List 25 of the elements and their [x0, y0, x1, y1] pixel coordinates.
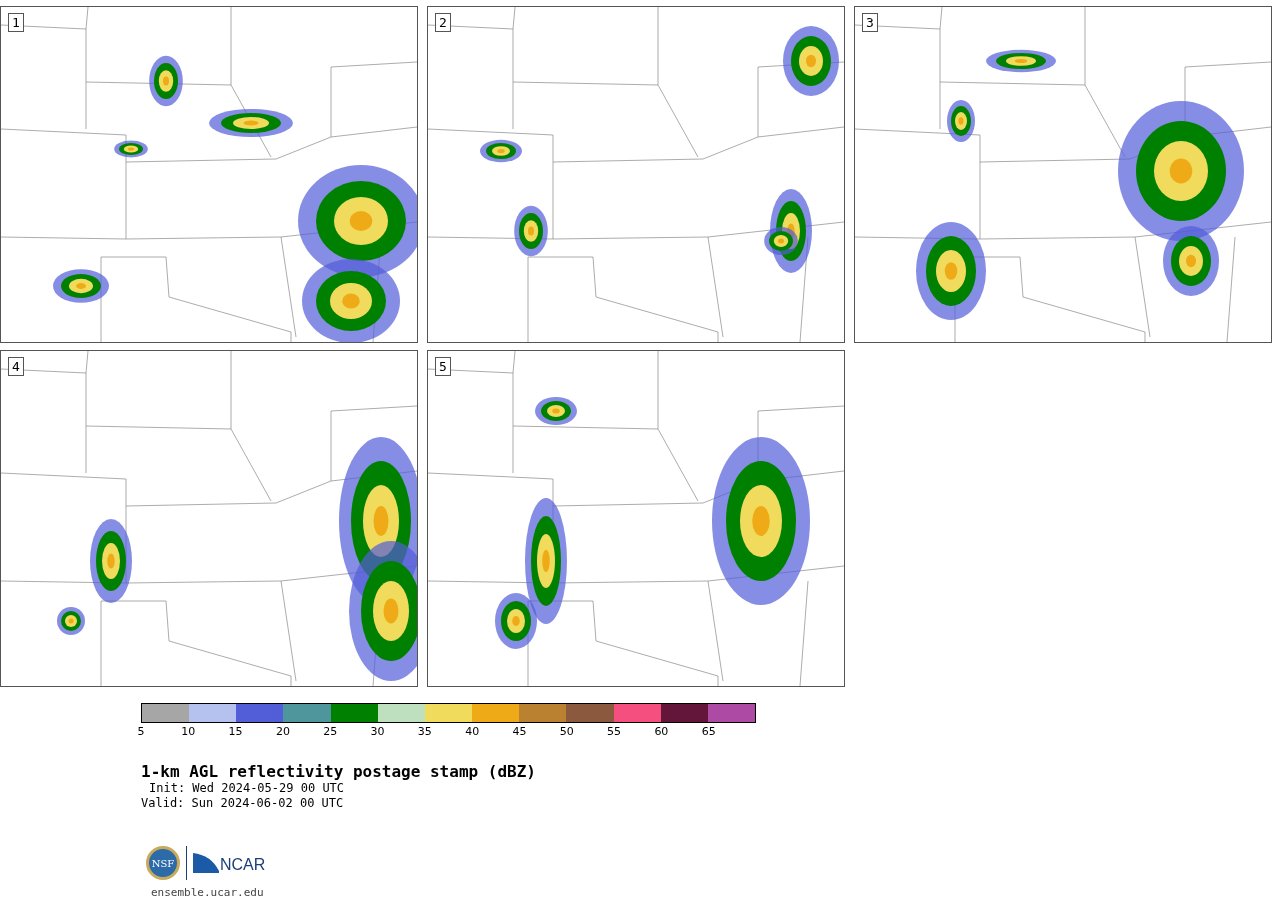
colorbar-tick-label: 45: [512, 725, 527, 738]
colorbar-tick-label: 40: [465, 725, 480, 738]
chart-title: 1-km AGL reflectivity postage stamp (dBZ): [141, 763, 536, 781]
colorbar-tick-label: 60: [654, 725, 669, 738]
colorbar-tick-label: 35: [417, 725, 432, 738]
valid-time: Valid: Sun 2024-06-02 00 UTC: [141, 796, 344, 811]
colorbar-tick-label: 55: [607, 725, 622, 738]
init-time: Init: Wed 2024-05-29 00 UTC: [148, 781, 345, 796]
panel-number: 5: [435, 357, 451, 376]
colorbar-tick-label: 5: [137, 725, 145, 738]
ncar-logo-text: NCAR: [220, 857, 266, 873]
colorbar-tick-label: 10: [181, 725, 196, 738]
colorbar-tick-label: 15: [228, 725, 243, 738]
panel-number: 1: [8, 13, 24, 32]
colorbar-tick-label: 25: [323, 725, 338, 738]
colorbar-tick-label: 65: [701, 725, 716, 738]
nsf-logo: NSF: [146, 846, 180, 880]
colorbar-tick-label: 20: [275, 725, 290, 738]
colorbar-tick-label: 50: [559, 725, 574, 738]
panel-number: 3: [862, 13, 878, 32]
ncar-swoosh-icon: [193, 853, 219, 873]
colorbar-tick-label: 30: [370, 725, 385, 738]
website-url: ensemble.ucar.edu: [151, 885, 265, 901]
panel-number: 4: [8, 357, 24, 376]
panel-number: 2: [435, 13, 451, 32]
